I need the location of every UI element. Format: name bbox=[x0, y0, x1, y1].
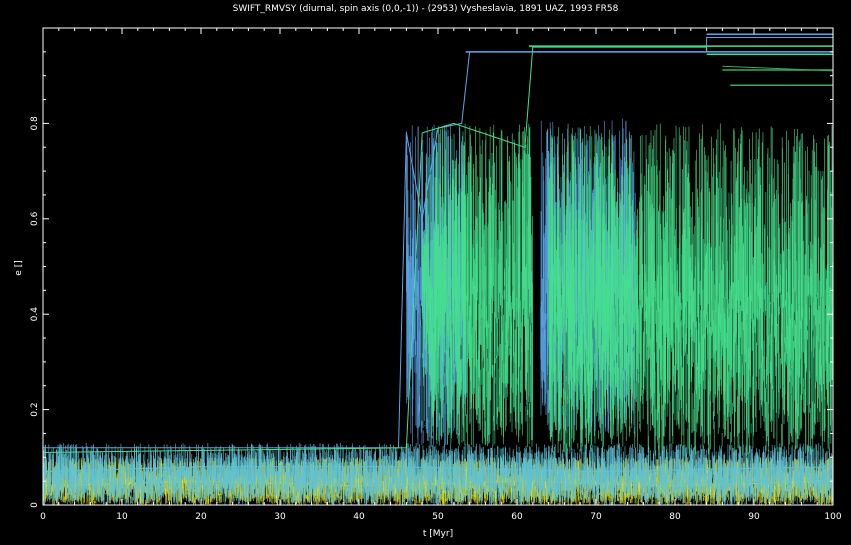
eccentricity-chart: SWIFT_RMVSY (diurnal, spin axis (0,0,-1)… bbox=[0, 0, 851, 545]
chart-title: SWIFT_RMVSY (diurnal, spin axis (0,0,-1)… bbox=[233, 4, 619, 14]
